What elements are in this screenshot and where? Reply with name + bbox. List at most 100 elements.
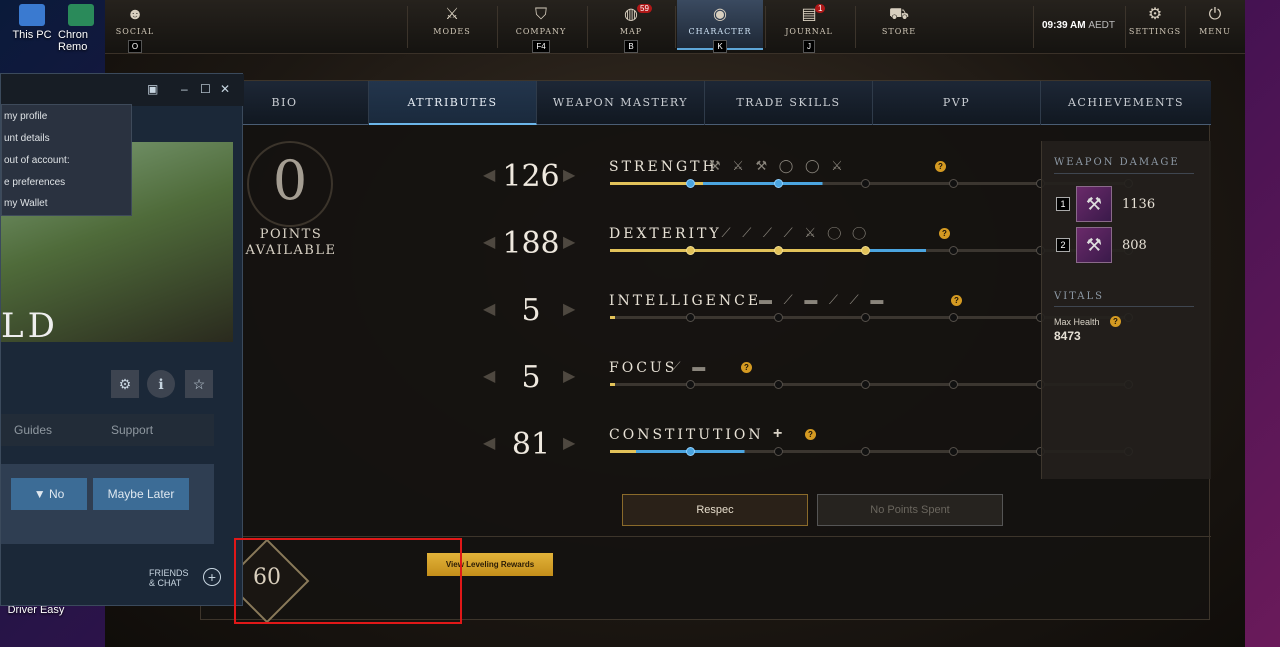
shield-icon: ⛉	[534, 6, 547, 23]
attribute-value: 5	[521, 293, 541, 328]
tab-attributes[interactable]: ATTRIBUTES	[369, 81, 537, 125]
divider	[497, 6, 498, 48]
clock: 09:39 AM AEDT	[1042, 20, 1115, 31]
divider	[675, 6, 676, 48]
milestone-node[interactable]	[686, 380, 695, 389]
milestone-node[interactable]	[861, 447, 870, 456]
divider	[1054, 173, 1194, 174]
milestone-node[interactable]	[948, 313, 958, 322]
increase-arrow-icon[interactable]: ▶	[563, 232, 575, 252]
picture-icon[interactable]: ▣	[147, 82, 158, 96]
cart-icon: ⛟	[888, 6, 910, 23]
milestone-node[interactable]	[686, 246, 695, 255]
nav-store[interactable]: ⛟ STORE	[869, 6, 929, 36]
help-icon[interactable]: ?	[805, 429, 816, 440]
tab-achievements[interactable]: ACHIEVEMENTS	[1041, 81, 1211, 125]
nav-settings[interactable]: ⚙ SETTINGS	[1125, 6, 1185, 36]
nav-journal[interactable]: ▤ 1 JOURNAL J	[779, 4, 839, 54]
vitals-title: VITALS	[1054, 291, 1105, 302]
close-icon[interactable]: ✕	[220, 82, 230, 96]
person-icon: ◉	[713, 6, 727, 23]
attribute-value: 126	[502, 159, 560, 194]
weapon-icons: ⟋ ▬	[671, 359, 710, 374]
help-icon[interactable]: ?	[935, 161, 946, 172]
weapon-slot-1[interactable]: ⚒	[1076, 186, 1112, 222]
max-health-label: Max Health	[1054, 317, 1100, 327]
tab-support[interactable]: Support	[111, 423, 153, 437]
weapon-slot-2[interactable]: ⚒	[1076, 227, 1112, 263]
hatchet-icon: ⚒	[1085, 235, 1103, 255]
plus-icon[interactable]: +	[773, 425, 782, 443]
help-icon[interactable]: ?	[1110, 316, 1121, 327]
milestone-node[interactable]	[861, 246, 870, 255]
milestone-node[interactable]	[686, 447, 695, 456]
account-dropdown-menu: my profile unt details out of account: e…	[1, 104, 132, 216]
milestone-node[interactable]	[948, 179, 958, 188]
increase-arrow-icon[interactable]: ▶	[563, 366, 575, 386]
nav-menu[interactable]: ⏻ MENU	[1185, 6, 1245, 36]
stats-side-panel: WEAPON DAMAGE 1 ⚒ 1136 2 ⚒ 808 VITALS Ma…	[1041, 141, 1211, 479]
nav-modes[interactable]: ⚔ MODES	[422, 6, 482, 36]
tab-trade-skills[interactable]: TRADE SKILLS	[705, 81, 873, 125]
increase-arrow-icon[interactable]: ▶	[563, 165, 575, 185]
nav-character[interactable]: ◉ CHARACTER K	[677, 0, 763, 53]
milestone-node[interactable]	[861, 380, 870, 389]
increase-arrow-icon[interactable]: ▶	[563, 299, 575, 319]
milestone-node[interactable]	[773, 447, 783, 456]
help-icon[interactable]: ?	[951, 295, 962, 306]
nav-company[interactable]: ⛉ COMPANY F4	[511, 6, 571, 54]
tab-weapon-mastery[interactable]: WEAPON MASTERY	[537, 81, 705, 125]
nav-map[interactable]: ◍ 59 MAP B	[601, 4, 661, 54]
star-icon[interactable]: ☆	[185, 370, 213, 398]
menu-item-preferences[interactable]: e preferences	[4, 177, 65, 188]
game-logo-text: LD	[1, 306, 59, 346]
no-points-spent-button[interactable]: No Points Spent	[817, 494, 1003, 526]
review-no-button[interactable]: ▼ No	[11, 478, 87, 510]
points-available-label: POINTS AVAILABLE	[231, 227, 351, 259]
menu-item-log-out[interactable]: out of account:	[4, 155, 70, 166]
review-no-label: No	[48, 487, 65, 501]
points-label-line: AVAILABLE	[245, 243, 337, 258]
tab-guides[interactable]: Guides	[14, 423, 52, 437]
milestone-node[interactable]	[861, 179, 870, 188]
respec-button[interactable]: Respec	[622, 494, 808, 526]
milestone-node[interactable]	[686, 313, 695, 322]
friends-chat-label[interactable]: FRIENDS & CHAT	[149, 568, 189, 588]
milestone-node[interactable]	[773, 179, 783, 188]
nav-label: MENU	[1199, 27, 1231, 36]
milestone-node[interactable]	[948, 380, 958, 389]
maximize-icon[interactable]: ☐	[200, 82, 211, 96]
milestone-node[interactable]	[773, 380, 783, 389]
menu-item-account-details[interactable]: unt details	[4, 133, 50, 144]
steam-title-bar: ▣ – ☐ ✕	[1, 74, 244, 106]
increase-arrow-icon[interactable]: ▶	[563, 433, 575, 453]
settings-gear-icon[interactable]: ⚙	[111, 370, 139, 398]
chrome-remote-icon[interactable]: Chron Remo	[58, 4, 108, 53]
milestone-node[interactable]	[861, 313, 870, 322]
milestone-node[interactable]	[773, 313, 783, 322]
keybind-badge: F4	[532, 40, 550, 53]
review-later-button[interactable]: Maybe Later	[93, 478, 189, 510]
tab-pvp[interactable]: PVP	[873, 81, 1041, 125]
divider	[407, 6, 408, 48]
weapon-icons: ⚒ ⚔ ⚒ ◯ ◯ ⚔	[709, 158, 847, 173]
nav-social[interactable]: ☻ SOCIAL O	[105, 6, 165, 54]
milestone-node[interactable]	[686, 179, 695, 188]
milestone-node[interactable]	[948, 447, 958, 456]
menu-item-profile[interactable]: my profile	[4, 111, 47, 122]
weapon-icons: ▬ ⟋ ▬ ⟋ ⟋ ▬	[759, 292, 888, 307]
gear-icon: ⚙	[1147, 6, 1163, 23]
milestone-node[interactable]	[948, 246, 958, 255]
help-icon[interactable]: ?	[939, 228, 950, 239]
nav-label: MODES	[433, 27, 471, 36]
max-health-value: 8473	[1054, 329, 1081, 343]
minimize-icon[interactable]: –	[181, 82, 188, 96]
milestone-node[interactable]	[773, 246, 783, 255]
review-prompt: ▼ No Maybe Later	[1, 464, 214, 544]
notification-badge: 59	[637, 4, 652, 13]
menu-item-wallet[interactable]: my Wallet	[4, 198, 48, 209]
help-icon[interactable]: ?	[741, 362, 752, 373]
weapon-damage-value: 808	[1122, 238, 1147, 253]
add-friend-icon[interactable]: +	[203, 568, 221, 586]
info-icon[interactable]: ℹ	[147, 370, 175, 398]
